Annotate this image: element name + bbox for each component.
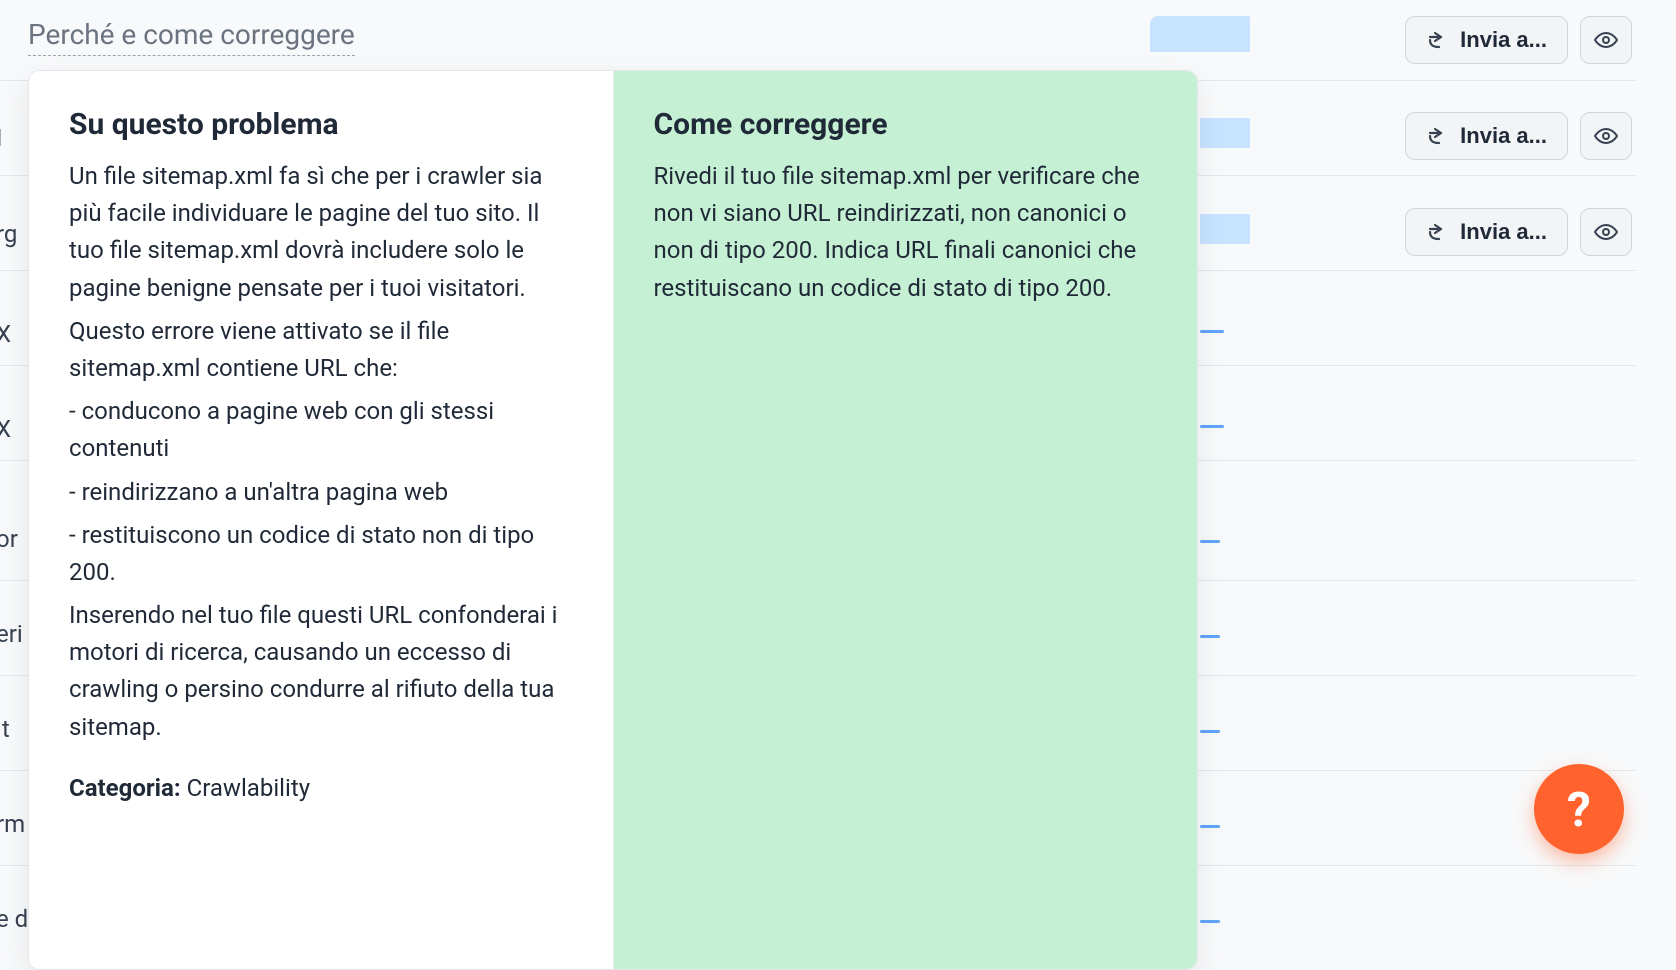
share-arrow-icon (1426, 124, 1450, 148)
why-and-how-link[interactable]: Perché e come correggere (28, 18, 355, 56)
chart-bar (1150, 16, 1250, 52)
send-to-label: Invia a... (1460, 27, 1547, 53)
eye-icon (1594, 28, 1618, 52)
about-bullet: - restituiscono un codice di stato non d… (69, 517, 573, 591)
about-paragraph: Questo errore viene attivato se il file … (69, 313, 573, 387)
issue-explanation-popover: Su questo problema Un file sitemap.xml f… (28, 70, 1198, 970)
row-actions: Invia a... (1405, 112, 1632, 160)
send-to-button[interactable]: Invia a... (1405, 112, 1568, 160)
about-paragraph: Inserendo nel tuo file questi URL confon… (69, 597, 573, 746)
sparkline (1200, 635, 1220, 638)
send-to-button[interactable]: Invia a... (1405, 208, 1568, 256)
truncated-label: e d (0, 905, 28, 933)
sparkline (1200, 825, 1220, 828)
truncated-label: X (0, 415, 28, 443)
help-icon: ? (1567, 781, 1591, 838)
row-actions: Invia a... (1405, 208, 1632, 256)
send-to-button[interactable]: Invia a... (1405, 16, 1568, 64)
truncated-label: rg (0, 220, 28, 248)
fix-heading: Come correggere (654, 107, 1158, 142)
chart-bar (1200, 214, 1250, 244)
about-heading: Su questo problema (69, 107, 573, 142)
truncated-label: X (0, 320, 28, 348)
truncated-label: I (0, 124, 28, 152)
send-to-label: Invia a... (1460, 123, 1547, 149)
about-paragraph: Un file sitemap.xml fa sì che per i craw… (69, 158, 573, 307)
share-arrow-icon (1426, 28, 1450, 52)
view-button[interactable] (1580, 208, 1632, 256)
sparkline (1200, 425, 1224, 428)
truncated-label: or (0, 525, 28, 553)
share-arrow-icon (1426, 220, 1450, 244)
send-to-label: Invia a... (1460, 219, 1547, 245)
eye-icon (1594, 220, 1618, 244)
truncated-label: rm (0, 810, 28, 838)
category-value: Crawlability (187, 774, 310, 802)
truncated-label: eri (0, 620, 28, 648)
help-fab[interactable]: ? (1534, 764, 1624, 854)
issue-category: Categoria: Crawlability (69, 774, 573, 802)
category-label: Categoria: (69, 774, 181, 802)
truncated-label: lt (0, 715, 28, 743)
sparkline (1200, 730, 1220, 733)
chart-bar (1200, 118, 1250, 148)
how-to-fix-panel: Come correggere Rivedi il tuo file sitem… (614, 71, 1198, 969)
about-bullet: - conducono a pagine web con gli stessi … (69, 393, 573, 467)
view-button[interactable] (1580, 16, 1632, 64)
sparkline (1200, 920, 1220, 923)
fix-paragraph: Rivedi il tuo file sitemap.xml per verif… (654, 158, 1158, 307)
eye-icon (1594, 124, 1618, 148)
about-bullet: - reindirizzano a un'altra pagina web (69, 474, 573, 511)
view-button[interactable] (1580, 112, 1632, 160)
about-issue-panel: Su questo problema Un file sitemap.xml f… (29, 71, 614, 969)
sparkline (1200, 540, 1220, 543)
row-actions: Invia a... (1405, 16, 1632, 64)
sparkline (1200, 330, 1224, 333)
